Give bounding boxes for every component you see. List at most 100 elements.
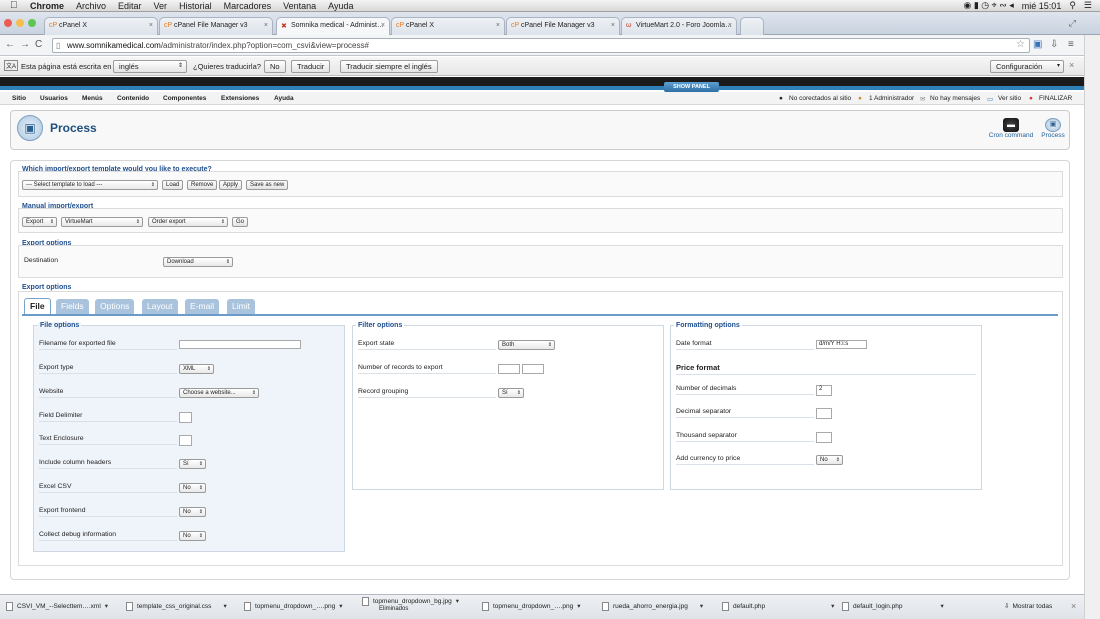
translate-config-button[interactable]: Configuración ▾ <box>990 60 1064 73</box>
excel-csv-select[interactable]: No ⇕ <box>179 483 206 493</box>
records-end-input[interactable] <box>522 364 544 374</box>
close-tab-icon[interactable]: × <box>264 22 268 29</box>
tab-limit[interactable]: Limit <box>227 299 255 314</box>
dropdown-arrow-icon[interactable]: ▾ <box>700 603 703 610</box>
tab-virtuemart-forum[interactable]: ω VirtueMart 2.0 - Foro Joomla… × <box>621 17 737 35</box>
tab-cpanel-1[interactable]: cP cPanel X × <box>44 17 158 35</box>
tab-file[interactable]: File <box>24 298 51 315</box>
menu-archivo[interactable]: Archivo <box>76 1 106 11</box>
tab-file-manager-1[interactable]: cP cPanel File Manager v3 × <box>159 17 273 35</box>
close-tab-icon[interactable]: × <box>611 22 615 29</box>
bookmark-star-icon[interactable]: ☆ <box>1016 39 1025 50</box>
uncorrected-status[interactable]: No corectados al sitio <box>789 95 851 102</box>
decimals-input[interactable]: 2 <box>816 385 832 396</box>
load-button[interactable]: Load <box>162 180 184 190</box>
field-delimiter-input[interactable] <box>179 412 192 423</box>
destination-select[interactable]: Download ⇕ <box>163 257 233 267</box>
tab-somnika-admin[interactable]: ✖ Somnika medical - Administ… × <box>276 17 390 35</box>
download-item[interactable]: CSVI_VM_--Selecttem….xml ▾ <box>6 602 108 617</box>
menu-ayuda[interactable]: Ayuda <box>328 1 353 11</box>
download-tray-icon[interactable]: ⇩ <box>1050 39 1058 50</box>
download-item[interactable]: topmenu_dropdown_….png ▾ <box>482 602 581 617</box>
operation-select[interactable]: Order export ⇕ <box>148 217 228 227</box>
save-as-new-button[interactable]: Save as new <box>246 180 289 190</box>
reload-icon[interactable]: C <box>35 39 42 50</box>
download-item[interactable]: topmenu_dropdown_….png ▾ <box>244 602 343 617</box>
menu-usuarios[interactable]: Usuarios <box>40 95 68 102</box>
notification-center-icon[interactable]: ☰ <box>1084 0 1092 11</box>
menu-sitio[interactable]: Sitio <box>12 95 26 102</box>
dropdown-arrow-icon[interactable]: ▾ <box>941 603 944 610</box>
menu-ayuda-joomla[interactable]: Ayuda <box>274 95 294 102</box>
dropdown-arrow-icon[interactable]: ▾ <box>577 603 580 610</box>
date-format-input[interactable]: d/m/Y H:i:s <box>816 340 867 349</box>
forward-icon[interactable]: → <box>20 39 30 50</box>
tab-cpanel-2[interactable]: cP cPanel X × <box>391 17 505 35</box>
menu-extensiones[interactable]: Extensiones <box>221 95 259 102</box>
website-select[interactable]: Choose a website... ⇕ <box>179 388 259 398</box>
url-bar[interactable]: ▯ www.somnikamedical.com/administrator/in… <box>52 38 1030 53</box>
go-button[interactable]: Go <box>232 217 249 227</box>
dropdown-arrow-icon[interactable]: ▾ <box>456 598 459 605</box>
column-headers-select[interactable]: Sí ⇕ <box>179 459 206 469</box>
view-site-link[interactable]: Ver sitio <box>998 95 1021 102</box>
zoom-window-icon[interactable] <box>28 19 36 27</box>
download-item[interactable]: rueda_ahorro_energia.jpg ▾ <box>602 602 703 617</box>
apple-icon[interactable]:  <box>10 0 22 11</box>
export-state-select[interactable]: Both ⇕ <box>498 340 555 350</box>
close-translate-icon[interactable]: × <box>1069 60 1074 70</box>
menu-menus[interactable]: Menús <box>82 95 103 102</box>
menu-editar[interactable]: Editar <box>118 1 142 11</box>
close-tab-icon[interactable]: × <box>496 22 500 29</box>
dropdown-arrow-icon[interactable]: ▾ <box>223 603 226 610</box>
thousand-separator-input[interactable] <box>816 432 832 443</box>
records-start-input[interactable] <box>498 364 520 374</box>
download-item[interactable]: template_css_original.css ▾ <box>126 602 227 617</box>
show-all-downloads-button[interactable]: ⇩ Mostrar todas <box>1004 602 1052 617</box>
cron-command-button[interactable]: ▬ Cron command <box>988 118 1034 139</box>
no-translate-button[interactable]: No <box>264 60 286 73</box>
component-select[interactable]: VirtueMart ⇕ <box>61 217 143 227</box>
export-frontend-select[interactable]: No ⇕ <box>179 507 206 517</box>
minimize-window-icon[interactable] <box>16 19 24 27</box>
tab-email[interactable]: E-mail <box>185 299 220 314</box>
debug-select[interactable]: No ⇕ <box>179 531 206 541</box>
tab-layout[interactable]: Layout <box>142 299 178 314</box>
export-type-select[interactable]: XML ⇕ <box>179 364 214 374</box>
dropdown-arrow-icon[interactable]: ▾ <box>105 603 108 610</box>
menu-app-name[interactable]: Chrome <box>30 1 64 11</box>
fullscreen-icon[interactable]: ⤢ <box>1069 18 1076 29</box>
remove-button[interactable]: Remove <box>187 180 218 190</box>
close-tab-icon[interactable]: × <box>728 22 732 29</box>
menu-componentes[interactable]: Componentes <box>163 95 206 102</box>
action-select[interactable]: Export ⇕ <box>22 217 57 227</box>
clock[interactable]: mié 15:01 <box>1022 1 1062 11</box>
admins-status[interactable]: 1 Administrador <box>869 95 914 102</box>
template-select[interactable]: --- Select template to load --- ⇕ <box>22 180 158 190</box>
close-downloads-icon[interactable]: × <box>1071 601 1076 611</box>
tab-options[interactable]: Options <box>95 299 135 314</box>
translate-button[interactable]: Traducir <box>291 60 331 73</box>
dropdown-arrow-icon[interactable]: ▾ <box>831 603 834 610</box>
language-select[interactable]: inglés ⇕ <box>113 60 187 73</box>
download-item[interactable]: default_login.php ▾ <box>842 602 944 617</box>
spotlight-icon[interactable]: ⚲ <box>1069 0 1076 11</box>
menu-marcadores[interactable]: Marcadores <box>224 1 272 11</box>
menu-ventana[interactable]: Ventana <box>283 1 316 11</box>
filename-input[interactable] <box>179 340 301 349</box>
download-item[interactable]: topmenu_dropdown_bg.jpg ▾ Eliminados <box>362 597 459 612</box>
decimal-separator-input[interactable] <box>816 408 832 419</box>
dropdown-arrow-icon[interactable]: ▾ <box>339 603 342 610</box>
new-tab-button[interactable] <box>740 17 764 35</box>
back-icon[interactable]: ← <box>5 39 15 50</box>
logout-link[interactable]: FINALIZAR <box>1039 95 1072 102</box>
menu-contenido[interactable]: Contenido <box>117 95 149 102</box>
close-tab-icon[interactable]: × <box>381 22 385 29</box>
menu-historial[interactable]: Historial <box>179 1 212 11</box>
close-tab-icon[interactable]: × <box>149 22 153 29</box>
close-window-icon[interactable] <box>4 19 12 27</box>
download-item[interactable]: default.php ▾ <box>722 602 834 617</box>
tab-fields[interactable]: Fields <box>56 299 89 314</box>
tab-file-manager-2[interactable]: cP cPanel File Manager v3 × <box>506 17 620 35</box>
chrome-menu-icon[interactable]: ≡ <box>1068 39 1074 50</box>
